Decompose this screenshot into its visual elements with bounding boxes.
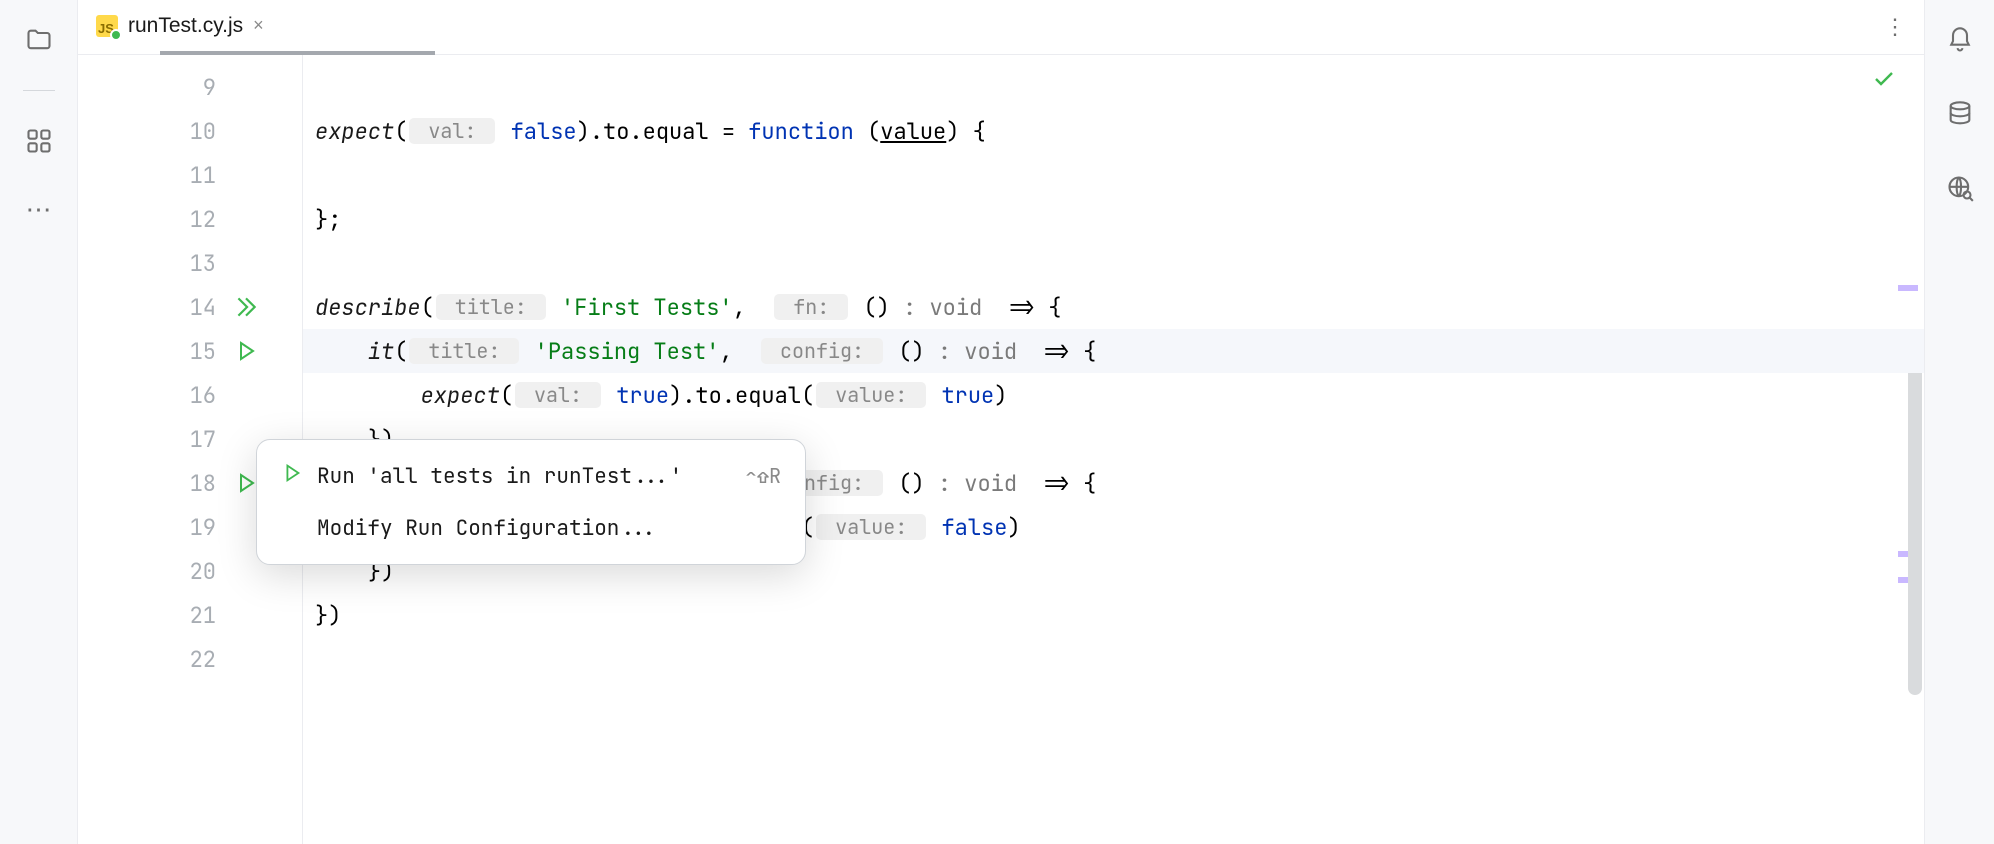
line-number: 22	[78, 645, 226, 674]
gutter-row: 12	[78, 197, 302, 241]
gutter-row: 9	[78, 65, 302, 109]
tab-filename: runTest.cy.js	[128, 14, 243, 38]
code-line[interactable]	[303, 637, 1924, 681]
editor: 9 10 11 12 13 14 15 16 17 18 19 20 21 22 expect( val:…	[78, 55, 1924, 844]
code-line[interactable]: expect( val: true).to.equal( value: true…	[303, 373, 1924, 417]
database-icon[interactable]	[1942, 96, 1978, 132]
line-number: 19	[78, 513, 226, 542]
line-number: 11	[78, 161, 226, 190]
play-icon	[281, 515, 303, 542]
gutter-row: 16	[78, 373, 302, 417]
line-number: 18	[78, 469, 226, 498]
gutter-row: 21	[78, 593, 302, 637]
folder-icon[interactable]	[21, 22, 57, 58]
notifications-icon[interactable]	[1942, 22, 1978, 58]
play-icon	[281, 462, 303, 491]
code-line[interactable]	[303, 65, 1924, 109]
line-number: 12	[78, 205, 226, 234]
gutter-row: 15	[78, 329, 302, 373]
run-gutter-icon[interactable]	[226, 294, 266, 320]
close-icon[interactable]: ×	[253, 15, 264, 36]
editor-tabbar: JS runTest.cy.js × ⋮	[78, 0, 1924, 55]
tab-more-icon[interactable]: ⋮	[1884, 0, 1906, 54]
code-line[interactable]: };	[303, 197, 1924, 241]
right-tool-sidebar	[1924, 0, 1994, 844]
main-area: JS runTest.cy.js × ⋮ 9 10 11 12 13 14 15 16 17 18…	[78, 0, 1924, 844]
line-number: 21	[78, 601, 226, 630]
line-number: 17	[78, 425, 226, 454]
left-tool-sidebar: ⋯	[0, 0, 78, 844]
context-menu-item[interactable]: Run 'all tests in runTest...' ⌃⇧R	[257, 450, 805, 502]
web-search-icon[interactable]	[1942, 170, 1978, 206]
structure-icon[interactable]	[21, 123, 57, 159]
js-file-icon: JS	[96, 15, 118, 37]
code-line[interactable]: expect( val: false).to.equal = function …	[303, 109, 1924, 153]
run-gutter-icon[interactable]	[226, 339, 266, 363]
context-menu-item[interactable]: Modify Run Configuration...	[257, 502, 805, 554]
menu-item-shortcut: ⌃⇧R	[745, 463, 781, 489]
gutter-row: 14	[78, 285, 302, 329]
gutter-row: 13	[78, 241, 302, 285]
menu-item-label: Run 'all tests in runTest...'	[317, 463, 682, 490]
line-number: 10	[78, 117, 226, 146]
line-number: 14	[78, 293, 226, 322]
line-number: 15	[78, 337, 226, 366]
run-context-menu: Run 'all tests in runTest...' ⌃⇧R Modify R…	[256, 439, 806, 565]
gutter-row: 11	[78, 153, 302, 197]
code-line[interactable]: })	[303, 593, 1924, 637]
line-number: 13	[78, 249, 226, 278]
sidebar-divider	[23, 90, 55, 91]
code-line[interactable]: describe( title: 'First Tests', fn: () :…	[303, 285, 1924, 329]
menu-item-label: Modify Run Configuration...	[317, 515, 657, 542]
more-icon[interactable]: ⋯	[21, 191, 57, 227]
line-number: 20	[78, 557, 226, 586]
editor-tab-active[interactable]: JS runTest.cy.js ×	[78, 0, 282, 54]
line-number: 16	[78, 381, 226, 410]
gutter-row: 10	[78, 109, 302, 153]
gutter-row: 22	[78, 637, 302, 681]
code-line[interactable]	[303, 153, 1924, 197]
code-line[interactable]	[303, 241, 1924, 285]
code-line[interactable]: it( title: 'Passing Test', config: () : …	[303, 329, 1924, 373]
line-number: 9	[78, 73, 226, 102]
